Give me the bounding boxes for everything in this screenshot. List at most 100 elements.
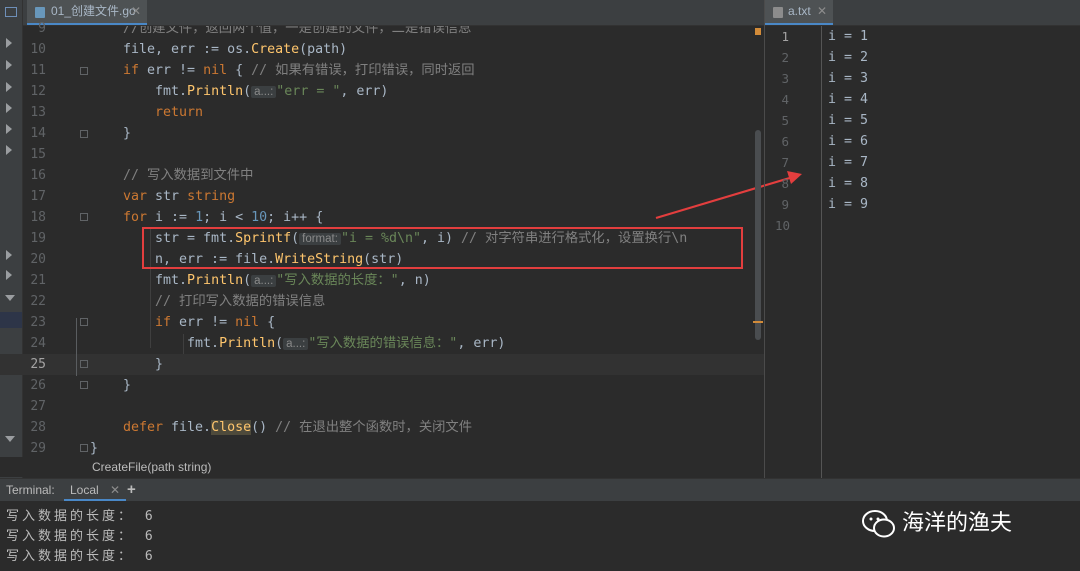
code-token: err != <box>139 63 204 78</box>
line-number: 1 <box>781 29 789 44</box>
line-number: 10 <box>775 218 791 233</box>
code-token: , err) <box>340 84 389 99</box>
code-token: for <box>123 210 148 225</box>
line-number: 16 <box>30 168 46 183</box>
code-token: (path) <box>299 42 348 57</box>
code-token: Close <box>211 420 252 435</box>
line-number: 13 <box>30 105 46 120</box>
code-line: fmt.Println(a...: "err = ", err) <box>123 81 388 103</box>
fold-toggle-icon[interactable] <box>80 381 88 389</box>
line-number: 6 <box>781 134 789 149</box>
line-number: 4 <box>781 92 789 107</box>
line-number: 24 <box>30 336 46 351</box>
line-number: 10 <box>30 42 46 57</box>
code-token: ; i < <box>203 210 252 225</box>
add-tab-icon[interactable]: + <box>127 479 136 501</box>
code-token: file. <box>163 420 212 435</box>
code-line: } <box>123 354 163 375</box>
code-token: () <box>251 420 276 435</box>
code-line: } <box>90 438 98 459</box>
code-token: ( <box>243 84 252 99</box>
fold-toggle-icon[interactable] <box>80 213 88 221</box>
output-file-editor[interactable]: 1 i = 1 2 i = 2 3 i = 3 4 i = 4 5 i = 5 6 i = 6 7 i =… <box>765 26 1080 478</box>
tab-a-txt[interactable]: a.txt ✕ <box>765 0 833 25</box>
parameter-hint: a...: <box>251 275 277 287</box>
code-token: //创建文件，返回两个值，一是创建的文件，二是错误信息 <box>123 21 472 36</box>
file-line: i = 9 <box>828 197 869 212</box>
text-file-icon <box>773 7 783 18</box>
code-token: err != <box>171 315 236 330</box>
code-token: string <box>187 189 236 204</box>
line-number: 19 <box>30 231 46 246</box>
breadcrumb: CreateFile(path string) <box>0 457 764 477</box>
code-token: 1 <box>195 210 204 225</box>
code-token: , err) <box>457 336 506 351</box>
code-line: } <box>123 123 131 144</box>
breadcrumb-function[interactable]: CreateFile(path string) <box>92 457 211 477</box>
file-line: i = 1 <box>828 29 869 44</box>
warning-marker[interactable] <box>755 28 761 35</box>
fold-toggle-icon[interactable] <box>80 318 88 326</box>
code-token: ( <box>275 336 284 351</box>
code-line: if err != nil { // 如果有错误，打印错误，同时返回 <box>123 60 475 81</box>
line-number: 14 <box>30 126 46 141</box>
code-line: defer file.Close() // 在退出整个函数时，关闭文件 <box>123 417 472 438</box>
code-token: // 打印写入数据的错误信息 <box>123 294 326 309</box>
file-line: i = 4 <box>828 92 869 107</box>
output-tab-bar: a.txt ✕ <box>765 0 1080 26</box>
file-line: i = 8 <box>828 176 869 191</box>
terminal-line: 写入数据的长度： 6 <box>6 509 156 524</box>
line-number: 26 <box>30 378 46 393</box>
code-token: , n) <box>398 273 431 288</box>
file-line: i = 3 <box>828 71 869 86</box>
code-token: fmt. <box>123 273 188 288</box>
warning-stripe[interactable] <box>753 321 763 323</box>
fold-toggle-icon[interactable] <box>80 130 88 138</box>
line-number: 12 <box>30 84 46 99</box>
line-number: 17 <box>30 189 46 204</box>
code-token: } <box>90 441 99 456</box>
fold-toggle-icon[interactable] <box>80 67 88 75</box>
line-number: 15 <box>30 147 46 162</box>
code-token: // 写入数据到文件中 <box>123 168 254 183</box>
indent-guide <box>183 334 184 354</box>
line-number: 5 <box>781 113 789 128</box>
line-number: 27 <box>30 399 46 414</box>
terminal-tab-local[interactable]: Local ✕ <box>64 479 127 501</box>
line-number: 28 <box>30 420 46 435</box>
code-line: return <box>123 102 203 123</box>
line-number: 8 <box>781 176 789 191</box>
code-line: //创建文件，返回两个值，一是创建的文件，二是错误信息 <box>123 21 472 39</box>
code-token: i := <box>147 210 196 225</box>
code-token: fmt. <box>123 336 220 351</box>
code-token: if <box>123 63 140 78</box>
watermark-text: 海洋的渔夫 <box>902 511 1013 536</box>
code-token: "err = " <box>276 84 341 99</box>
code-token: { <box>227 63 252 78</box>
code-token: Println <box>187 273 244 288</box>
fold-range-line <box>76 318 77 376</box>
terminal-line: 写入数据的长度： 6 <box>6 549 156 564</box>
file-line: i = 5 <box>828 113 869 128</box>
close-icon[interactable]: ✕ <box>110 483 120 497</box>
editor-scrollbar-thumb[interactable] <box>755 130 761 340</box>
close-icon[interactable]: ✕ <box>817 0 827 23</box>
code-line: if err != nil { <box>123 312 275 333</box>
line-number: 2 <box>781 50 789 65</box>
code-token: "写入数据的错误信息：" <box>308 336 458 351</box>
code-line: fmt.Println(a...: "写入数据的长度：", n) <box>123 270 431 292</box>
line-number: 23 <box>30 315 46 330</box>
code-token: } <box>123 357 164 372</box>
code-token: // 在退出整个函数时，关闭文件 <box>275 420 473 435</box>
code-token: var <box>123 189 148 204</box>
code-token: "写入数据的长度：" <box>276 273 399 288</box>
terminal-line: 写入数据的长度： 6 <box>6 529 156 544</box>
code-token: fmt. <box>123 84 188 99</box>
code-token: nil <box>203 63 228 78</box>
annotation-highlight-box <box>142 227 743 269</box>
fold-toggle-icon[interactable] <box>80 444 88 452</box>
code-token: } <box>123 378 132 393</box>
fold-toggle-icon[interactable] <box>80 360 88 368</box>
code-line: var str string <box>123 186 235 207</box>
code-line: fmt.Println(a...: "写入数据的错误信息：", err) <box>123 333 505 355</box>
